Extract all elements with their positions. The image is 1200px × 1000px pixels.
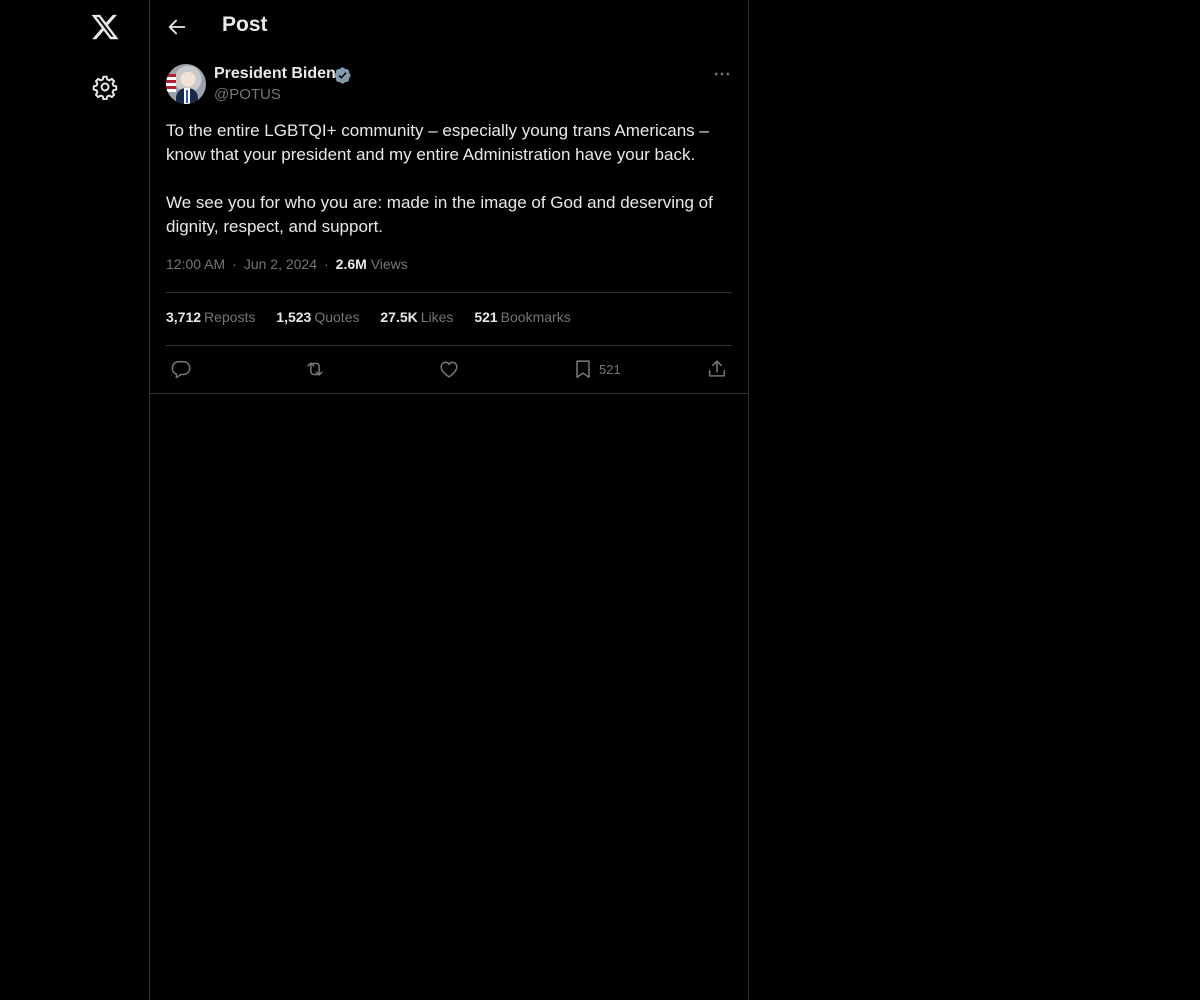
avatar[interactable] (166, 64, 206, 104)
reply-button[interactable] (170, 356, 192, 382)
repost-button[interactable] (304, 356, 326, 382)
repost-icon (304, 358, 326, 380)
reposts-stat[interactable]: 3,712 Reposts (166, 309, 255, 325)
bookmark-count: 521 (599, 361, 621, 377)
author-row: President Biden @POTUS (166, 64, 732, 108)
separator-dot: · (232, 256, 237, 272)
likes-label: Likes (420, 309, 454, 325)
bookmark-button[interactable]: 521 (572, 356, 621, 382)
engagement-stats: 3,712 Reposts 1,523 Quotes 27.5K Likes 521 B… (166, 309, 588, 325)
post-date[interactable]: Jun 2, 2024 (244, 256, 317, 272)
quotes-stat[interactable]: 1,523 Quotes (276, 309, 359, 325)
avatar-tie (186, 90, 188, 103)
bookmarks-count: 521 (474, 309, 498, 325)
post-meta: 12:00 AM · Jun 2, 2024 · 2.6M Views (166, 256, 408, 272)
post-text: To the entire LGBTQI+ community – especi… (166, 121, 713, 236)
reposts-count: 3,712 (166, 309, 202, 325)
heart-icon (438, 358, 460, 380)
divider (166, 345, 732, 346)
more-options-icon[interactable] (712, 64, 732, 84)
bookmark-icon (572, 358, 594, 380)
bookmarks-label: Bookmarks (500, 309, 571, 325)
app: Post President Biden @POTUS To the entir… (0, 0, 1200, 1000)
likes-count: 27.5K (380, 309, 418, 325)
share-button[interactable] (706, 356, 728, 382)
flag-image (166, 74, 176, 92)
likes-stat[interactable]: 27.5K Likes (380, 309, 453, 325)
author-handle[interactable]: @POTUS (214, 86, 281, 103)
page-title: Post (222, 13, 268, 36)
divider (166, 292, 732, 293)
bookmarks-stat[interactable]: 521 Bookmarks (474, 309, 570, 325)
share-icon (706, 358, 728, 380)
quotes-label: Quotes (314, 309, 360, 325)
main-column: Post President Biden @POTUS To the entir… (149, 0, 749, 1000)
reposts-label: Reposts (204, 309, 256, 325)
header: Post (150, 0, 748, 54)
views-label: Views (370, 256, 408, 272)
quotes-count: 1,523 (276, 309, 312, 325)
verified-badge-icon[interactable] (333, 66, 352, 85)
action-bar: 521 (166, 356, 732, 384)
left-nav (0, 0, 149, 1000)
post-time[interactable]: 12:00 AM (166, 256, 225, 272)
like-button[interactable] (438, 356, 460, 382)
views-count: 2.6M (335, 256, 367, 272)
author-name[interactable]: President Biden (214, 65, 336, 83)
arrow-left-icon[interactable] (166, 16, 188, 38)
x-logo-icon[interactable] (90, 12, 120, 42)
gear-icon[interactable] (92, 74, 118, 100)
separator-dot: · (324, 256, 329, 272)
reply-icon (170, 358, 192, 380)
